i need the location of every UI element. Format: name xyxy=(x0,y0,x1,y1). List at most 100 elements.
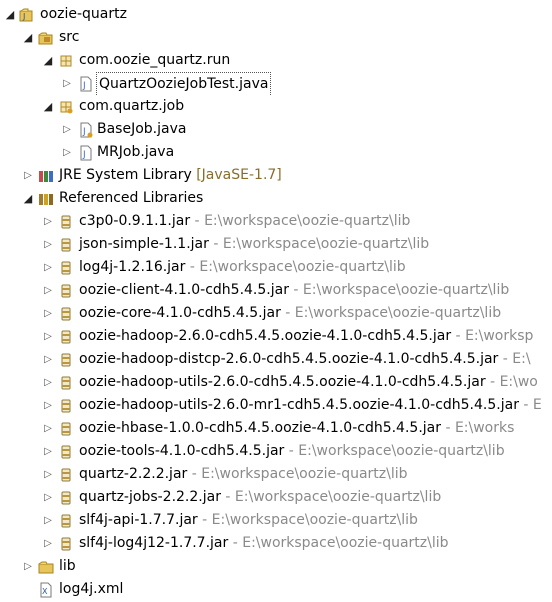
expand-arrow-icon[interactable]: ▷ xyxy=(42,302,54,325)
expand-arrow-icon[interactable]: ▷ xyxy=(22,555,34,578)
tree-item-jar[interactable]: ▷ slf4j-api-1.7.7.jar - E:\workspace\oozi… xyxy=(0,509,552,532)
collapse-arrow-icon[interactable]: ◢ xyxy=(22,26,34,49)
jar-name: oozie-client-4.1.0-cdh5.4.5.jar xyxy=(79,282,289,298)
expand-arrow-icon[interactable]: ▷ xyxy=(61,118,73,141)
tree-item-package-job[interactable]: ◢ com.quartz.job xyxy=(0,95,552,118)
jar-name: log4j-1.2.16.jar xyxy=(79,259,186,275)
jre-label-group: JRE System Library [JavaSE-1.7] xyxy=(59,164,282,187)
expand-arrow-icon[interactable]: ▷ xyxy=(42,371,54,394)
tree-item-referenced-libraries[interactable]: ◢ Referenced Libraries xyxy=(0,187,552,210)
tree-item-src[interactable]: ◢ src xyxy=(0,26,552,49)
tree-item-jar[interactable]: ▷ slf4j-log4j12-1.7.7.jar - E:\workspace\… xyxy=(0,532,552,555)
tree-item-jre-system-library[interactable]: ▷ JRE System Library [JavaSE-1.7] xyxy=(0,164,552,187)
tree-item-jar[interactable]: ▷ c3p0-0.9.1.1.jar - E:\workspace\oozie-q… xyxy=(0,210,552,233)
expand-arrow-icon[interactable]: ▷ xyxy=(42,210,54,233)
expand-arrow-icon[interactable]: ▷ xyxy=(22,164,34,187)
tree-item-label: log4j.xml xyxy=(59,581,124,597)
tree-item-jar[interactable]: ▷ oozie-hadoop-2.6.0-cdh5.4.5.oozie-4.1.0… xyxy=(0,325,552,348)
tree-item-project[interactable]: ◢ J oozie-quartz xyxy=(0,3,552,26)
package-icon xyxy=(58,53,74,69)
collapse-arrow-icon[interactable]: ◢ xyxy=(42,95,54,118)
jar-icon xyxy=(58,444,74,460)
tree-item-quartz-oozie-job-test[interactable]: ▷ J QuartzOozieJobTest.java xyxy=(0,72,552,95)
tree-item-lib-folder[interactable]: ▷ lib xyxy=(0,555,552,578)
collapse-arrow-icon[interactable]: ◢ xyxy=(22,187,34,210)
tree-item-jar[interactable]: ▷ quartz-jobs-2.2.2.jar - E:\workspace\oo… xyxy=(0,486,552,509)
expand-arrow-icon[interactable]: ▷ xyxy=(42,256,54,279)
package-explorer-tree: ◢ J oozie-quartz ◢ src ◢ com.oozie_quart… xyxy=(0,0,552,602)
tree-item-jar[interactable]: ▷ oozie-tools-4.1.0-cdh5.4.5.jar - E:\wor… xyxy=(0,440,552,463)
jar-path-separator: - xyxy=(284,443,299,459)
jar-path-separator: - xyxy=(441,420,455,436)
expand-arrow-icon[interactable]: ▷ xyxy=(42,325,54,348)
expand-arrow-icon[interactable]: ▷ xyxy=(42,394,54,417)
jar-name: oozie-hadoop-utils-2.6.0-mr1-cdh5.4.5.oo… xyxy=(79,397,519,413)
expand-arrow-icon[interactable]: ▷ xyxy=(61,141,73,164)
expand-arrow-icon[interactable]: ▷ xyxy=(42,233,54,256)
expand-arrow-icon[interactable]: ▷ xyxy=(42,486,54,509)
tree-item-jar[interactable]: ▷ oozie-hadoop-distcp-2.6.0-cdh5.4.5.oozi… xyxy=(0,348,552,371)
package-icon xyxy=(58,99,74,115)
jar-path: E:\worksp xyxy=(465,328,534,344)
jar-path: E:\workspace\oozie-quartz\lib xyxy=(201,466,408,482)
tree-item-jar[interactable]: ▷ oozie-client-4.1.0-cdh5.4.5.jar - E:\wo… xyxy=(0,279,552,302)
expand-arrow-icon[interactable]: ▷ xyxy=(42,532,54,555)
jar-name: oozie-hadoop-utils-2.6.0-cdh5.4.5.oozie-… xyxy=(79,374,486,390)
jar-path-separator: - xyxy=(187,466,202,482)
tree-item-log4j-xml[interactable]: X log4j.xml xyxy=(0,578,552,601)
jar-icon xyxy=(58,352,74,368)
jar-path: E:\ xyxy=(512,351,531,367)
jar-name: oozie-hadoop-2.6.0-cdh5.4.5.oozie-4.1.0-… xyxy=(79,328,452,344)
jar-path: E:\workspace\oozie-quartz\lib xyxy=(234,489,442,505)
svg-text:J: J xyxy=(82,127,86,137)
jar-icon xyxy=(58,536,74,552)
expand-arrow-icon[interactable]: ▷ xyxy=(42,509,54,532)
svg-text:J: J xyxy=(82,81,86,91)
jar-icon xyxy=(58,329,74,345)
jar-path-separator: - xyxy=(220,489,235,505)
tree-item-label: oozie-quartz xyxy=(40,6,127,22)
jar-name: oozie-core-4.1.0-cdh5.4.5.jar xyxy=(79,305,281,321)
jar-path: E:\workspace\oozie-quartz\lib xyxy=(298,443,505,459)
jar-path: E:\workspace\oozie-quartz\lib xyxy=(242,535,449,551)
tree-item-mrjob[interactable]: ▷ J MRJob.java xyxy=(0,141,552,164)
tree-item-jar[interactable]: ▷ oozie-hbase-1.0.0-cdh5.4.5.oozie-4.1.0-… xyxy=(0,417,552,440)
svg-text:J: J xyxy=(82,150,86,160)
collapse-arrow-icon[interactable]: ◢ xyxy=(4,3,16,26)
tree-item-jar[interactable]: ▷ oozie-hadoop-utils-2.6.0-cdh5.4.5.oozie… xyxy=(0,371,552,394)
jar-path: E:\workspace\oozie-quartz\lib xyxy=(199,259,406,275)
jar-name: oozie-hadoop-distcp-2.6.0-cdh5.4.5.oozie… xyxy=(79,351,499,367)
tree-item-jar[interactable]: ▷ oozie-core-4.1.0-cdh5.4.5.jar - E:\work… xyxy=(0,302,552,325)
jar-path-separator: - xyxy=(280,305,295,321)
jar-path-separator: - xyxy=(288,282,303,298)
jar-path: E:\workspace\oozie-quartz\lib xyxy=(294,305,502,321)
jar-path: E:\workspace\oozie-quartz\lib xyxy=(204,213,411,229)
tree-item-jar[interactable]: ▷ quartz-2.2.2.jar - E:\workspace\oozie-q… xyxy=(0,463,552,486)
tree-item-label: Referenced Libraries xyxy=(59,190,204,206)
tree-item-label: MRJob.java xyxy=(97,144,175,160)
svg-text:J: J xyxy=(22,12,25,21)
tree-item-basejob[interactable]: ▷ J BaseJob.java xyxy=(0,118,552,141)
expand-arrow-icon[interactable]: ▷ xyxy=(42,440,54,463)
expand-arrow-icon[interactable]: ▷ xyxy=(42,417,54,440)
jar-icon xyxy=(58,260,74,276)
jar-path-separator: - xyxy=(197,512,212,528)
tree-item-package-run[interactable]: ◢ com.oozie_quartz.run xyxy=(0,49,552,72)
xml-file-icon: X xyxy=(38,582,54,598)
expand-arrow-icon[interactable]: ▷ xyxy=(61,72,73,95)
folder-icon xyxy=(38,559,54,575)
tree-item-jar[interactable]: ▷ log4j-1.2.16.jar - E:\workspace\oozie-q… xyxy=(0,256,552,279)
expand-arrow-icon[interactable]: ▷ xyxy=(42,279,54,302)
jar-icon xyxy=(58,214,74,230)
collapse-arrow-icon[interactable]: ◢ xyxy=(42,49,54,72)
jar-label-group: slf4j-api-1.7.7.jar - E:\workspace\oozie… xyxy=(79,509,418,532)
jar-icon xyxy=(58,306,74,322)
jar-path: E:\workspace\oozie-quartz\lib xyxy=(222,236,430,252)
jar-path-separator: - xyxy=(228,535,243,551)
tree-item-jar[interactable]: ▷ oozie-hadoop-utils-2.6.0-mr1-cdh5.4.5.o… xyxy=(0,394,552,417)
expand-arrow-icon[interactable]: ▷ xyxy=(42,348,54,371)
tree-item-label: QuartzOozieJobTest.java xyxy=(96,72,272,95)
tree-item-jar[interactable]: ▷ json-simple-1.1.jar - E:\workspace\oozi… xyxy=(0,233,552,256)
jre-version-decoration: [JavaSE-1.7] xyxy=(196,167,282,183)
expand-arrow-icon[interactable]: ▷ xyxy=(42,463,54,486)
